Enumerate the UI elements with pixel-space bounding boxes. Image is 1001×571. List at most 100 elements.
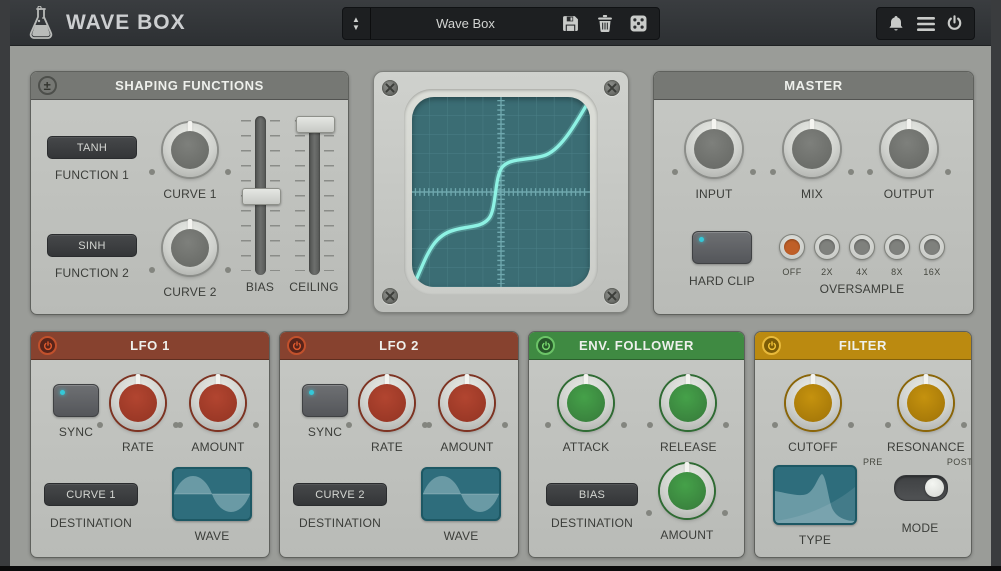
env-destination-button[interactable]: BIAS xyxy=(546,483,638,506)
env-follower-power-icon[interactable] xyxy=(536,336,555,355)
attack-knob[interactable] xyxy=(559,376,613,430)
oversample-8x-button[interactable] xyxy=(884,234,910,260)
lfo1-amount-label: AMOUNT xyxy=(191,440,244,454)
mode-pre-label[interactable]: PRE xyxy=(863,457,883,467)
knob-cap xyxy=(669,384,707,422)
env-follower-title: ENV. FOLLOWER xyxy=(579,338,694,353)
delete-preset-button[interactable] xyxy=(595,14,615,34)
resonance-knob[interactable] xyxy=(899,376,953,430)
function2-select-button[interactable]: SINH xyxy=(47,234,137,257)
lfo2-title: LFO 2 xyxy=(379,338,419,353)
release-knob-label: RELEASE xyxy=(660,440,717,454)
ceiling-slider-handle[interactable] xyxy=(296,116,335,133)
lfo2-destination-button[interactable]: CURVE 2 xyxy=(293,483,387,506)
main-area: ± SHAPING FUNCTIONS TANH FUNCTION 1 xyxy=(10,46,991,566)
bias-slider-handle[interactable] xyxy=(242,188,281,205)
oversample-group-label: OVERSAMPLE xyxy=(792,282,932,296)
slider-track[interactable] xyxy=(309,116,320,275)
mix-knob[interactable] xyxy=(784,121,840,177)
slider-ticks xyxy=(324,120,334,271)
knob-min-dot xyxy=(149,169,155,175)
hard-clip-button[interactable] xyxy=(692,231,752,264)
menu-button[interactable] xyxy=(916,14,936,34)
mode-toggle[interactable] xyxy=(894,475,948,501)
preset-name[interactable]: Wave Box xyxy=(371,16,561,31)
scope-screen xyxy=(412,97,590,287)
filter-type-display[interactable] xyxy=(773,465,857,525)
env-destination-label: DESTINATION xyxy=(551,516,633,530)
ceiling-slider[interactable] xyxy=(309,116,320,275)
cutoff-knob[interactable] xyxy=(786,376,840,430)
bias-slider[interactable] xyxy=(255,116,266,275)
preset-down-icon[interactable]: ▼ xyxy=(352,24,360,32)
output-knob[interactable] xyxy=(881,121,937,177)
oversample-off-button[interactable] xyxy=(779,234,805,260)
lfo2-sync-button[interactable] xyxy=(302,384,348,417)
knob-cap xyxy=(889,129,929,169)
ceiling-slider-label: CEILING xyxy=(284,280,344,294)
lfo2-amount-knob[interactable] xyxy=(440,376,494,430)
oversample-8x-label: 8X xyxy=(891,267,903,277)
lfo1-power-icon[interactable] xyxy=(38,336,57,355)
screw-icon xyxy=(604,80,620,96)
function1-select-button[interactable]: TANH xyxy=(47,136,137,159)
radio-dot xyxy=(819,239,835,255)
hard-clip-label: HARD CLIP xyxy=(689,274,755,288)
knob-max-dot xyxy=(722,510,728,516)
input-knob[interactable] xyxy=(686,121,742,177)
knob-min-dot xyxy=(545,422,551,428)
notifications-button[interactable] xyxy=(886,14,906,34)
lfo2-destination-label: DESTINATION xyxy=(299,516,381,530)
lfo1-destination-button[interactable]: CURVE 1 xyxy=(44,483,138,506)
env-amount-knob[interactable] xyxy=(660,464,714,518)
curve1-knob[interactable] xyxy=(163,123,217,177)
release-knob[interactable] xyxy=(661,376,715,430)
oversample-16x-button[interactable] xyxy=(919,234,945,260)
lfo1-title: LFO 1 xyxy=(130,338,170,353)
env-follower-header: ENV. FOLLOWER xyxy=(529,332,744,360)
lfo2-rate-knob[interactable] xyxy=(360,376,414,430)
knob-max-dot xyxy=(621,422,627,428)
lfo1-rate-knob[interactable] xyxy=(111,376,165,430)
oversample-2x-button[interactable] xyxy=(814,234,840,260)
knob-min-dot xyxy=(647,422,653,428)
oversample-4x-button[interactable] xyxy=(849,234,875,260)
filter-type-label: TYPE xyxy=(799,533,831,547)
knob-min-dot xyxy=(770,169,776,175)
knob-max-dot xyxy=(225,267,231,273)
oversample-4x-label: 4X xyxy=(856,267,868,277)
knob-min-dot xyxy=(346,422,352,428)
knob-max-dot xyxy=(945,169,951,175)
knob-cap xyxy=(199,384,237,422)
filter-power-icon[interactable] xyxy=(762,336,781,355)
lfo1-wave-display[interactable] xyxy=(172,467,252,521)
trash-icon xyxy=(597,15,613,32)
lfo2-power-icon[interactable] xyxy=(287,336,306,355)
save-preset-button[interactable] xyxy=(561,14,581,34)
lfo2-panel: LFO 2 SYNC xyxy=(279,331,519,558)
randomize-preset-button[interactable] xyxy=(629,14,649,34)
power-button[interactable] xyxy=(945,14,965,34)
lfo1-destination-label: DESTINATION xyxy=(50,516,132,530)
knob-cap xyxy=(567,384,605,422)
toggle-knob[interactable] xyxy=(925,478,944,497)
screw-icon xyxy=(604,288,620,304)
lfo1-sync-label: SYNC xyxy=(59,425,93,439)
knob-cap xyxy=(694,129,734,169)
lfo1-amount-knob[interactable] xyxy=(191,376,245,430)
knob-cap xyxy=(448,384,486,422)
radio-dot xyxy=(854,239,870,255)
mix-knob-label: MIX xyxy=(801,187,823,201)
mode-post-label[interactable]: POST xyxy=(947,457,972,467)
preset-prev-next-buttons[interactable]: ▲ ▼ xyxy=(343,8,371,39)
plus-minus-icon: ± xyxy=(38,76,57,95)
slider-ticks xyxy=(295,120,305,271)
preset-actions xyxy=(561,14,659,34)
filter-panel: FILTER CUTOFF xyxy=(754,331,972,558)
shaping-functions-panel: ± SHAPING FUNCTIONS TANH FUNCTION 1 xyxy=(30,71,349,315)
knob-cap xyxy=(368,384,406,422)
curve2-knob[interactable] xyxy=(163,221,217,275)
lfo1-header: LFO 1 xyxy=(31,332,269,360)
lfo2-wave-display[interactable] xyxy=(421,467,501,521)
lfo1-sync-button[interactable] xyxy=(53,384,99,417)
